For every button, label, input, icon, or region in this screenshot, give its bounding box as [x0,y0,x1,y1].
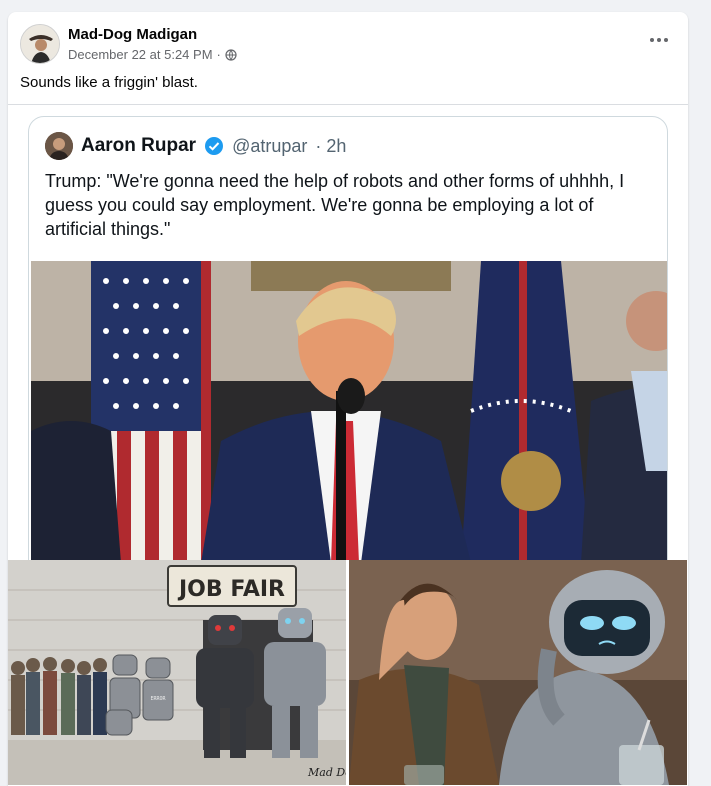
job-fair-sign-text: JOB FAIR [177,577,285,602]
press-conference-image [31,261,667,563]
verified-badge-icon [205,137,224,155]
embedded-tweet[interactable]: Aaron Rupar @atrupar · 2h Trump: "We're … [28,116,668,576]
post-meta: December 22 at 5:24 PM · [68,47,237,62]
tweet-header: Aaron Rupar @atrupar · 2h [45,131,346,161]
post-timestamp[interactable]: December 22 at 5:24 PM [68,47,213,62]
post-header: Mad-Dog Madigan December 22 at 5:24 PM · [20,24,676,68]
tweet-avatar-image [45,132,73,160]
tweet-handle[interactable]: @atrupar [232,136,307,157]
sad-man-robot-illustration [349,560,687,785]
sad-man-robot-image[interactable] [349,560,687,785]
more-options-icon[interactable] [644,30,674,50]
avatar-image [21,25,59,63]
author-avatar[interactable] [20,24,60,64]
artist-signature: Mad Dog- [307,766,346,779]
error-label: ERROR [150,696,166,702]
tweet-text: Trump: "We're gonna need the help of rob… [45,171,625,239]
job-fair-illustration: JOB FAIR ERROR Mad D [8,560,346,785]
tweet-author-name[interactable]: Aaron Rupar [81,135,196,157]
meta-separator: · [216,47,221,62]
image-row: JOB FAIR ERROR Mad D [8,560,688,785]
tweet-photo[interactable] [31,261,667,563]
tweet-age: · 2h [315,135,347,156]
author-name[interactable]: Mad-Dog Madigan [68,26,197,43]
job-fair-image[interactable]: JOB FAIR ERROR Mad D [8,560,346,785]
post-text: Sounds like a friggin' blast. [20,74,198,91]
tweet-avatar[interactable] [45,132,73,160]
post-card: Mad-Dog Madigan December 22 at 5:24 PM ·… [8,12,688,786]
divider [8,104,688,105]
globe-icon[interactable] [225,48,237,61]
